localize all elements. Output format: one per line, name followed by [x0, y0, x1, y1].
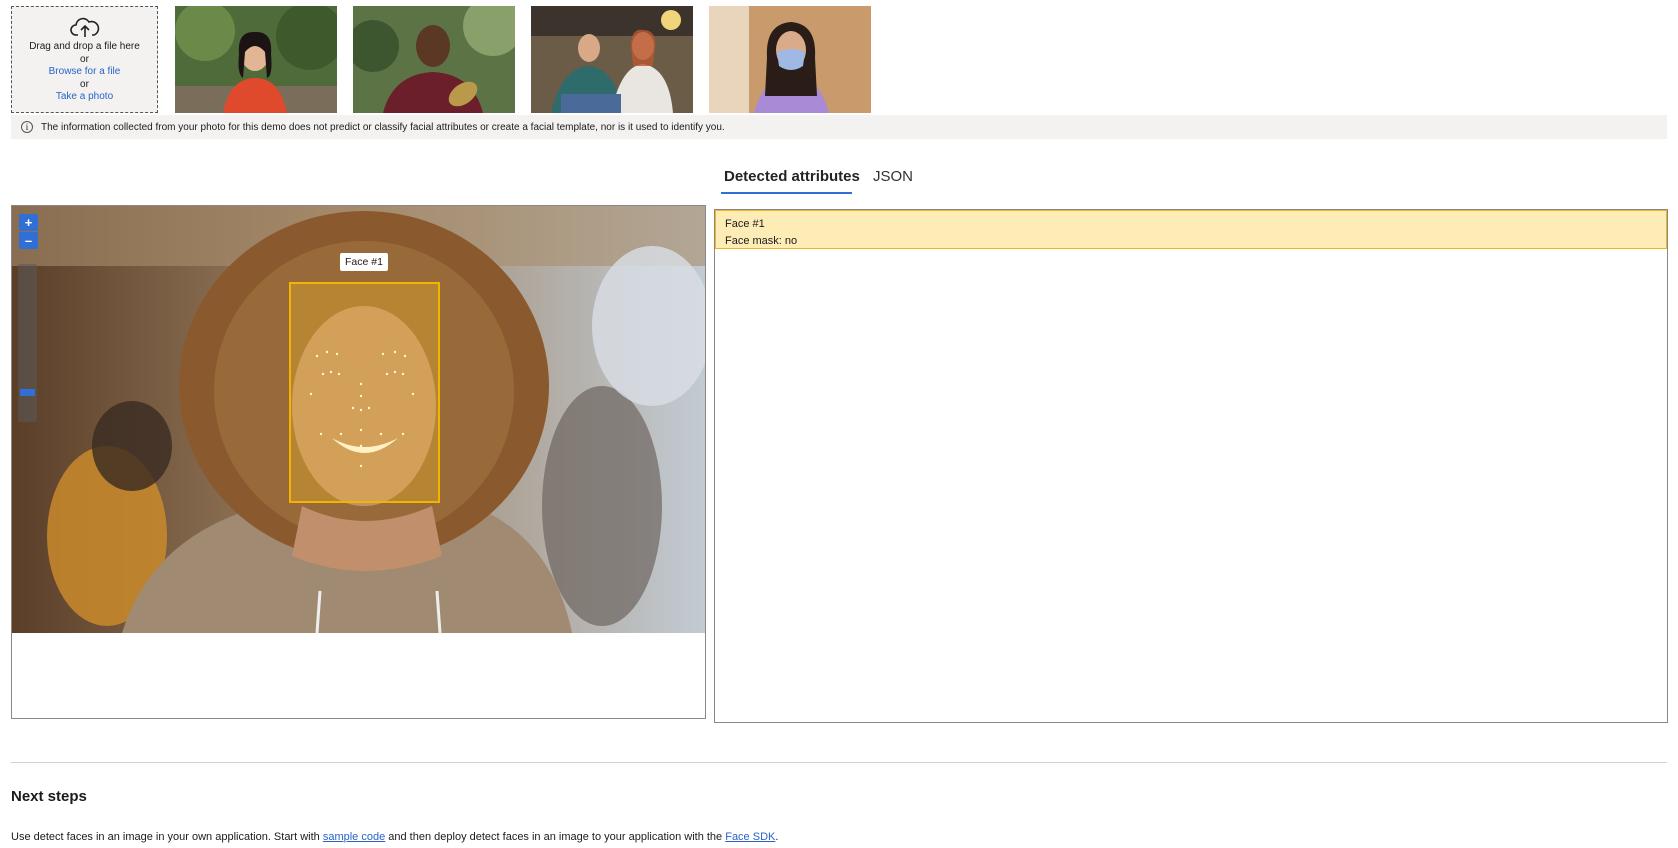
sample-thumbnail-3[interactable] [531, 6, 693, 113]
zoom-slider[interactable] [18, 264, 37, 422]
face-attributes-row[interactable]: Face #1 Face mask: no [715, 210, 1667, 249]
next-steps-text-part: and then deploy detect faces in an image… [385, 831, 726, 843]
face-sdk-link[interactable]: Face SDK [725, 831, 775, 843]
image-viewer: + – Face #1 [11, 205, 706, 719]
take-photo-link[interactable]: Take a photo [12, 91, 157, 104]
next-steps-heading: Next steps [11, 788, 87, 805]
info-icon: i [21, 121, 33, 133]
tab-json[interactable]: JSON [873, 168, 913, 185]
sample-photo-man-maroon [353, 6, 515, 113]
face-title: Face #1 [725, 218, 765, 230]
face-bounding-box[interactable] [289, 282, 440, 503]
section-divider [11, 762, 1667, 763]
detected-attributes-panel: Face #1 Face mask: no [714, 209, 1668, 723]
next-steps-text: Use detect faces in an image in your own… [11, 831, 778, 843]
next-steps-text-part: Use detect faces in an image in your own… [11, 831, 323, 843]
zoom-in-button[interactable]: + [19, 214, 38, 231]
sample-photo-two-women [531, 6, 693, 113]
sample-thumbnail-4[interactable] [709, 6, 871, 113]
face-landmarks [309, 350, 415, 468]
privacy-notice-text: The information collected from your phot… [41, 121, 725, 133]
next-steps-text-part: . [775, 831, 779, 843]
sample-photo-woman-mask [709, 6, 871, 113]
upload-or-text: or [80, 53, 89, 65]
zoom-slider-handle[interactable] [20, 389, 35, 396]
sample-thumbnail-1[interactable] [175, 6, 337, 113]
browse-file-link[interactable]: Browse for a file [12, 66, 157, 79]
privacy-notice: i The information collected from your ph… [11, 115, 1667, 139]
sample-code-link[interactable]: sample code [323, 831, 385, 843]
tab-active-indicator [721, 192, 852, 194]
face-mask-attribute: Face mask: no [725, 235, 798, 247]
sample-thumbnail-2[interactable] [353, 6, 515, 113]
face-label: Face #1 [340, 253, 388, 271]
upload-dropzone[interactable]: Drag and drop a file here or Browse for … [11, 6, 158, 113]
cloud-upload-icon [69, 17, 99, 37]
tab-detected-attributes[interactable]: Detected attributes [724, 168, 860, 185]
zoom-out-button[interactable]: – [19, 232, 38, 249]
sample-photo-woman-red [175, 6, 337, 113]
upload-or-text: or [80, 78, 89, 90]
upload-drag-text: Drag and drop a file here [29, 41, 140, 52]
